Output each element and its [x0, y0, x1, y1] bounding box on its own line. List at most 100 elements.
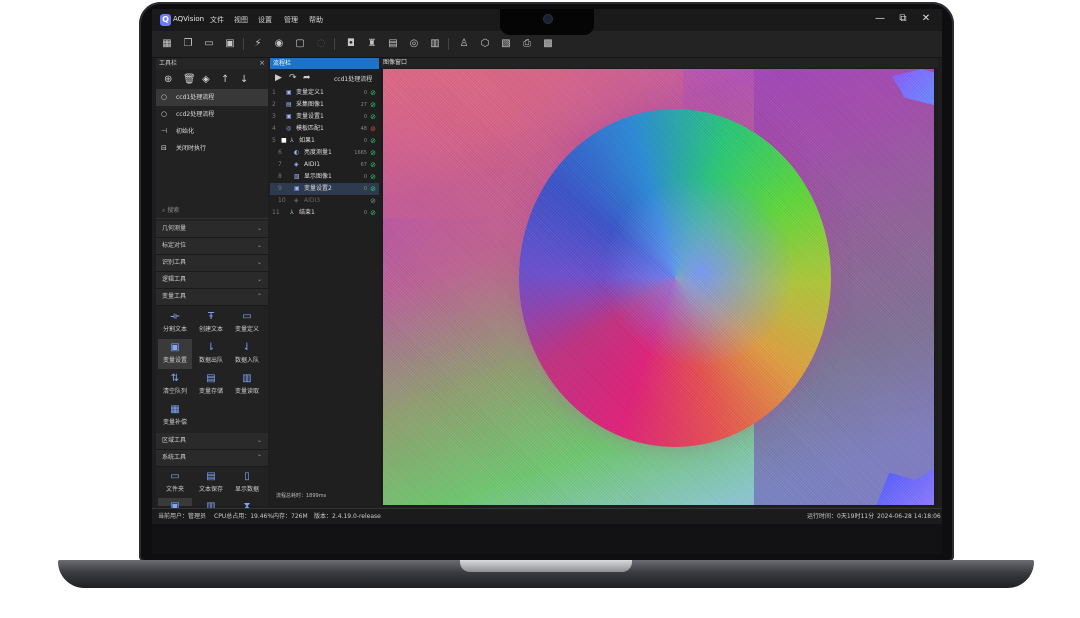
- laptop-opening-notch: [460, 560, 632, 572]
- tool-system-more-2[interactable]: ▥: [194, 498, 228, 512]
- node-label: 结束1: [299, 209, 315, 216]
- forward-icon[interactable]: ➦: [303, 73, 311, 83]
- category-geometry[interactable]: 几何测量 ⌄: [156, 221, 268, 238]
- variable-read-icon: ▥: [242, 373, 252, 384]
- chevron-up-icon: ⌃: [256, 454, 262, 461]
- node-label: 显示图像1: [304, 173, 332, 180]
- node-label: 模板匹配1: [296, 125, 324, 132]
- app-name: AQVision: [173, 15, 205, 23]
- toolbar-separator: [334, 38, 335, 50]
- run-once-icon[interactable]: ⚡: [251, 37, 265, 51]
- flow-item-ccd2[interactable]: ○ ccd2处理流程: [156, 106, 268, 123]
- menu-manage[interactable]: 管理: [284, 15, 298, 25]
- run-loop-icon[interactable]: ◉: [272, 37, 286, 51]
- flow-node[interactable]: 9 ▣ 变量设置2 0 ⊘: [270, 183, 379, 195]
- refresh-icon[interactable]: ◌: [314, 37, 328, 51]
- play-icon[interactable]: ▶: [275, 73, 282, 83]
- connection-icon[interactable]: ♙: [457, 37, 471, 51]
- status-version: 版本：2.4.19.0-release: [314, 513, 381, 520]
- tool-variable-compensate[interactable]: ▦ 变量补偿: [158, 401, 192, 431]
- minimize-button[interactable]: —: [872, 13, 888, 24]
- tool-system-more-1[interactable]: ▣: [158, 498, 192, 512]
- tool-variable-set[interactable]: ▣ 变量设置: [158, 339, 192, 369]
- tool-variable-read[interactable]: ▥ 变量读取: [230, 370, 264, 400]
- board-icon[interactable]: ▤: [386, 37, 400, 51]
- flow-node[interactable]: 3 ▣ 变量设置1 0 ⊘: [270, 111, 379, 123]
- tool-variable-define[interactable]: ▭ 变量定义: [230, 308, 264, 338]
- collapse-icon[interactable]: ■: [281, 135, 287, 147]
- tool-search[interactable]: ⌕ 搜索: [156, 204, 268, 219]
- variable-icon: ▣: [286, 89, 292, 96]
- flow-node[interactable]: 10 ◈ AIDI3 ⊘: [270, 195, 379, 207]
- menu-help[interactable]: 帮助: [309, 15, 323, 25]
- folder-open-icon[interactable]: ▭: [202, 37, 216, 51]
- tool-dequeue[interactable]: ⇂ 数据出队: [194, 339, 228, 369]
- flow-node[interactable]: 6 ◐ 亮度测量1 1665 ⊘: [270, 147, 379, 159]
- category-system[interactable]: 系统工具 ⌃: [156, 450, 268, 467]
- close-exec-icon: ⊟: [161, 144, 167, 152]
- flow-node[interactable]: 8 ▧ 显示图像1 0 ⊘: [270, 171, 379, 183]
- chevron-down-icon: ⌄: [256, 437, 262, 444]
- delete-flow-icon[interactable]: 🗑: [183, 74, 196, 85]
- flow-node[interactable]: 1 ▣ 变量定义1 0 ⊘: [270, 87, 379, 99]
- menu-file[interactable]: 文件: [210, 15, 224, 25]
- flow-item-init[interactable]: ⊣ 初始化: [156, 123, 268, 140]
- category-variable[interactable]: 变量工具 ⌃: [156, 289, 268, 306]
- menu-settings[interactable]: 设置: [258, 15, 272, 25]
- category-recognition[interactable]: 识别工具 ⌄: [156, 255, 268, 272]
- copy-icon[interactable]: ❐: [181, 37, 195, 51]
- move-down-icon[interactable]: ↓: [240, 74, 248, 85]
- camera-icon[interactable]: ◘: [344, 37, 358, 51]
- tool-text-save[interactable]: ▤ 文本保存: [194, 468, 228, 498]
- settings-panel-icon[interactable]: ▩: [541, 37, 555, 51]
- tool-clear-queue[interactable]: ⇅ 清空队列: [158, 370, 192, 400]
- tool-label: 文件夹: [165, 486, 184, 493]
- monitor-icon[interactable]: ▥: [428, 37, 442, 51]
- tripod-icon[interactable]: ♜: [365, 37, 379, 51]
- status-runtime: 运行时间：0天19时11分: [807, 513, 875, 520]
- cube-icon[interactable]: ⬡: [478, 37, 492, 51]
- flow-node[interactable]: 2 ▤ 采集图像1 27 ⊘: [270, 99, 379, 111]
- save-icon[interactable]: ▣: [223, 37, 237, 51]
- search-input[interactable]: 搜索: [167, 207, 179, 214]
- step-icon[interactable]: ↷: [289, 73, 297, 83]
- tool-folder[interactable]: ▭ 文件夹: [158, 468, 192, 498]
- move-up-icon[interactable]: ↑: [221, 74, 229, 85]
- add-flow-icon[interactable]: ⊕: [164, 74, 172, 85]
- camera-icon: [544, 15, 552, 23]
- flow-node[interactable]: 4 ◎ 模板匹配1 48 ⊘: [270, 123, 379, 135]
- close-icon[interactable]: ×: [259, 58, 265, 69]
- node-time: 0: [363, 186, 367, 192]
- tool-split-text[interactable]: ⟛ 分割文本: [158, 308, 192, 338]
- flow-node[interactable]: 5 ■ ⅄ 如果1 0 ⊘: [270, 135, 379, 147]
- close-button[interactable]: ✕: [918, 13, 934, 24]
- circle-icon[interactable]: ◎: [407, 37, 421, 51]
- tool-enqueue[interactable]: ⇃ 数据入队: [230, 339, 264, 369]
- node-time: 0: [363, 138, 367, 144]
- category-logic[interactable]: 逻辑工具 ⌄: [156, 272, 268, 289]
- tool-variable-store[interactable]: ▤ 变量存储: [194, 370, 228, 400]
- menu-view[interactable]: 视图: [234, 15, 248, 25]
- tool-panel: 工具栏 × ⊕ 🗑 ◈ ↑ ↓ ○ ccd1处理流程 ○ ccd2处理流程 ⊣ …: [156, 58, 268, 512]
- flow-item-ccd1[interactable]: ○ ccd1处理流程: [156, 89, 268, 106]
- node-time: 67: [360, 162, 367, 168]
- category-calibration[interactable]: 标定对位 ⌄: [156, 238, 268, 255]
- flow-node[interactable]: 7 ◈ AIDI1 67 ⊘: [270, 159, 379, 171]
- chevron-up-icon: ⌃: [256, 293, 262, 300]
- end-icon: ⅄: [290, 209, 294, 216]
- grid-icon[interactable]: ▦: [160, 37, 174, 51]
- layers-icon[interactable]: ◈: [202, 74, 210, 85]
- category-region[interactable]: 区域工具 ⌄: [156, 433, 268, 450]
- image-canvas[interactable]: [383, 69, 934, 505]
- tool-system-more-3[interactable]: ⧗: [230, 498, 264, 512]
- stop-icon[interactable]: ▢: [293, 37, 307, 51]
- printer-icon[interactable]: ⎙: [520, 37, 534, 51]
- restore-button[interactable]: ⧉: [895, 13, 911, 24]
- tool-show-data[interactable]: ▯ 显示数据: [230, 468, 264, 498]
- chart-icon[interactable]: ▧: [499, 37, 513, 51]
- flow-item-on-close[interactable]: ⊟ 关闭时执行: [156, 140, 268, 157]
- ai-icon: ◈: [294, 197, 299, 204]
- flow-node[interactable]: 11 ⅄ 结束1 0 ⊘: [270, 207, 379, 219]
- tool-create-text[interactable]: Ŧ 创建文本: [194, 308, 228, 338]
- flow-title: ccd1处理流程: [334, 76, 373, 83]
